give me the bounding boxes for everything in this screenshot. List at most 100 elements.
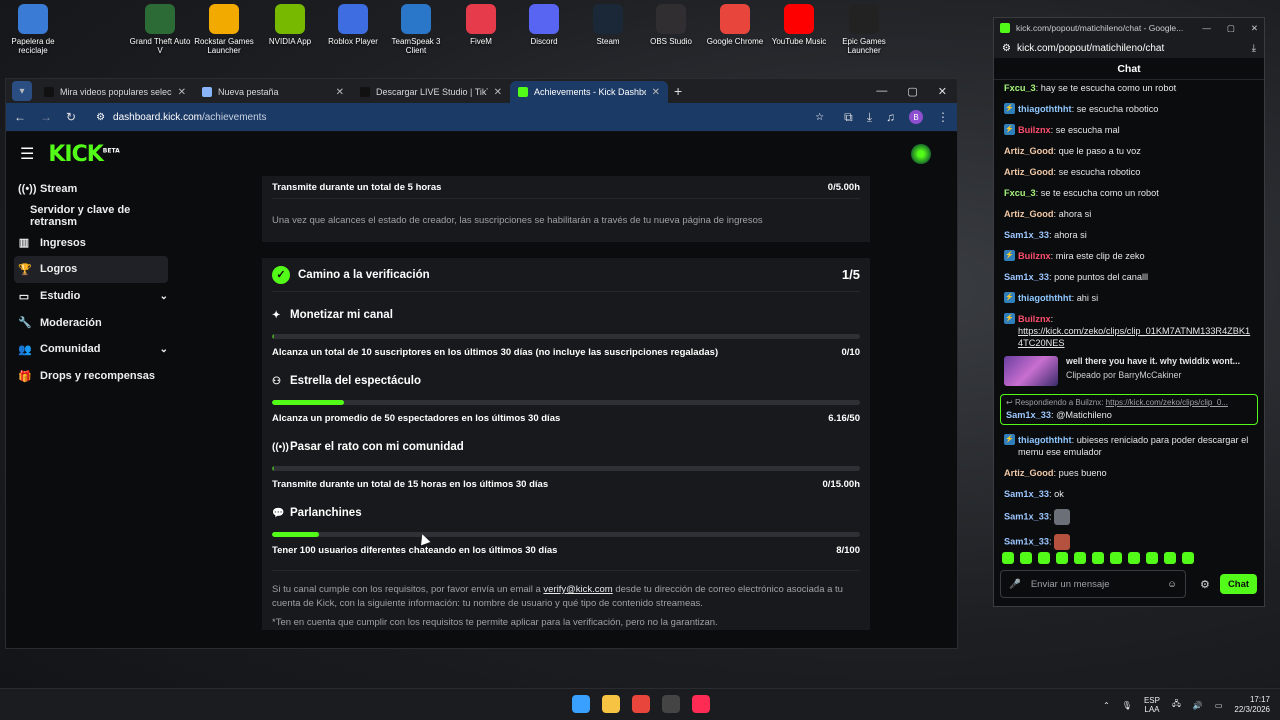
desktop-shortcut[interactable]: NVIDIA App: [257, 4, 323, 46]
chat-username[interactable]: Sam1x_33: [1004, 272, 1049, 282]
reply-link[interactable]: https://kick.com/zeko/clips/clip_0...: [1106, 398, 1228, 407]
desktop-shortcut[interactable]: Steam: [575, 4, 641, 46]
microphone-icon[interactable]: 🎙: [1122, 701, 1132, 710]
chat-username[interactable]: Artiz_Good: [1004, 209, 1054, 219]
chat-username[interactable]: Builznx: [1018, 314, 1051, 324]
chat-username[interactable]: Artiz_Good: [1004, 146, 1054, 156]
sidebar-item-servidor[interactable]: Servidor y clave de retransm: [6, 203, 176, 230]
bookmark-star-icon[interactable]: ☆: [815, 112, 824, 123]
language-indicator[interactable]: ESP LAA: [1144, 696, 1160, 714]
volume-icon[interactable]: 🔊: [1193, 701, 1203, 710]
close-icon[interactable]: ✕: [938, 85, 947, 98]
maximize-icon[interactable]: ▢: [1227, 23, 1235, 34]
user-avatar[interactable]: [911, 144, 931, 164]
tab-close-icon[interactable]: ✕: [494, 87, 502, 98]
chat-username[interactable]: Sam1x_33: [1004, 511, 1049, 521]
close-icon[interactable]: ✕: [1251, 23, 1258, 34]
chat-username[interactable]: Builznx: [1018, 125, 1051, 135]
site-info-icon[interactable]: ⚙: [96, 112, 105, 123]
desktop-shortcut[interactable]: Roblox Player: [320, 4, 386, 46]
chat-username[interactable]: thiagoththht: [1018, 293, 1072, 303]
chat-username[interactable]: Sam1x_33: [1006, 410, 1051, 420]
media-control-icon[interactable]: ♫: [886, 110, 895, 124]
chevron-down-icon[interactable]: ⌄: [160, 344, 168, 355]
microphone-icon[interactable]: 🎤: [1009, 579, 1021, 590]
tiktok-icon[interactable]: [692, 695, 710, 713]
desktop-shortcut[interactable]: FiveM: [448, 4, 514, 46]
emote-shortcut[interactable]: [1020, 552, 1032, 564]
profile-avatar[interactable]: B: [909, 110, 923, 124]
emote-shortcut[interactable]: [1128, 552, 1140, 564]
sidebar-item-comunidad[interactable]: 👥 Comunidad ⌄: [6, 336, 176, 363]
emote-shortcut[interactable]: [1074, 552, 1086, 564]
chat-username[interactable]: Sam1x_33: [1004, 536, 1049, 546]
site-info-icon[interactable]: ⚙: [1002, 43, 1011, 54]
chat-username[interactable]: Builznx: [1018, 251, 1051, 261]
sidebar-item-logros[interactable]: 🏆 Logros: [14, 256, 168, 283]
desktop-shortcut[interactable]: OBS Studio: [638, 4, 704, 46]
chat-emote[interactable]: [1054, 534, 1071, 550]
browser-tab[interactable]: Nueva pestaña ✕: [194, 81, 352, 103]
chat-username[interactable]: Artiz_Good: [1004, 468, 1054, 478]
desktop-shortcut[interactable]: TeamSpeak 3 Client: [383, 4, 449, 55]
tab-close-icon[interactable]: ✕: [652, 87, 660, 98]
chat-send-button[interactable]: Chat: [1220, 574, 1257, 594]
file-explorer-icon[interactable]: [602, 695, 620, 713]
chat-username[interactable]: Artiz_Good: [1004, 167, 1054, 177]
clip-preview[interactable]: well there you have it. why twiddix wont…: [1004, 356, 1254, 386]
chrome-icon[interactable]: [632, 695, 650, 713]
desktop-shortcut[interactable]: Discord: [511, 4, 577, 46]
verify-email-link[interactable]: verify@kick.com: [543, 584, 612, 595]
clock[interactable]: 17:17 22/3/2026: [1234, 695, 1270, 715]
download-icon[interactable]: ⤓: [1252, 43, 1256, 54]
desktop-shortcut[interactable]: Rockstar Games Launcher: [191, 4, 257, 55]
chat-username[interactable]: Sam1x_33: [1004, 230, 1049, 240]
extensions-icon[interactable]: ⧉: [844, 110, 853, 125]
browser-tab[interactable]: Mira videos populares seleccio ✕: [36, 81, 194, 103]
emote-shortcut[interactable]: [1056, 552, 1068, 564]
tab-close-icon[interactable]: ✕: [336, 87, 344, 98]
clip-link[interactable]: https://kick.com/zeko/clips/clip_01KM7AT…: [1018, 326, 1250, 348]
obs-icon[interactable]: [662, 695, 680, 713]
hamburger-menu-icon[interactable]: ☰: [20, 144, 34, 164]
back-icon[interactable]: ←: [14, 110, 26, 124]
battery-icon[interactable]: ▭: [1215, 701, 1223, 710]
chat-settings-gear-icon[interactable]: ⚙: [1200, 578, 1210, 591]
verification-header[interactable]: ✓ Camino a la verificación 1/5: [272, 258, 860, 292]
minimize-icon[interactable]: —: [1202, 23, 1211, 34]
reload-icon[interactable]: ↻: [66, 110, 76, 124]
sidebar-item-drops[interactable]: 🎁 Drops y recompensas: [6, 363, 176, 390]
emote-shortcut[interactable]: [1002, 552, 1014, 564]
forward-icon[interactable]: →: [40, 110, 52, 124]
emote-shortcut[interactable]: [1182, 552, 1194, 564]
emote-shortcut[interactable]: [1110, 552, 1122, 564]
chevron-down-icon[interactable]: ⌄: [160, 291, 168, 302]
tab-close-icon[interactable]: ✕: [178, 87, 186, 98]
windows-start-icon[interactable]: [572, 695, 590, 713]
sidebar-item-stream[interactable]: ((•)) Stream: [6, 176, 176, 203]
maximize-icon[interactable]: ▢: [907, 85, 917, 98]
emote-shortcut[interactable]: [1092, 552, 1104, 564]
chat-username[interactable]: thiagoththht: [1018, 435, 1072, 445]
desktop-shortcut[interactable]: Grand Theft Auto V: [127, 4, 193, 55]
chat-emote[interactable]: [1054, 509, 1071, 525]
chat-username[interactable]: Fxcu_3: [1004, 188, 1036, 198]
browser-tab[interactable]: Achievements - Kick Dashboard ✕: [510, 81, 668, 103]
chat-message-input[interactable]: 🎤 Enviar un mensaje ☺: [1000, 570, 1186, 598]
emote-shortcut[interactable]: [1146, 552, 1158, 564]
tab-search-button[interactable]: ▾: [12, 81, 32, 101]
chat-username[interactable]: thiagoththht: [1018, 104, 1072, 114]
emote-shortcut[interactable]: [1164, 552, 1176, 564]
download-icon[interactable]: ⤓: [867, 110, 872, 125]
chat-username[interactable]: Sam1x_33: [1004, 489, 1049, 499]
url-input[interactable]: ⚙ dashboard.kick.com/achievements ☆: [90, 107, 831, 127]
clip-thumbnail[interactable]: [1004, 356, 1058, 386]
sidebar-item-estudio[interactable]: ▭ Estudio ⌄: [6, 283, 176, 310]
emote-shortcut[interactable]: [1038, 552, 1050, 564]
desktop-shortcut[interactable]: Epic Games Launcher: [831, 4, 897, 55]
desktop-shortcut[interactable]: Google Chrome: [702, 4, 768, 46]
desktop-shortcut[interactable]: Papelera de reciclaje: [0, 4, 66, 55]
chat-username[interactable]: Fxcu_3: [1004, 83, 1036, 93]
emoji-icon[interactable]: ☺: [1167, 579, 1177, 590]
network-icon[interactable]: 🖧: [1172, 698, 1181, 712]
